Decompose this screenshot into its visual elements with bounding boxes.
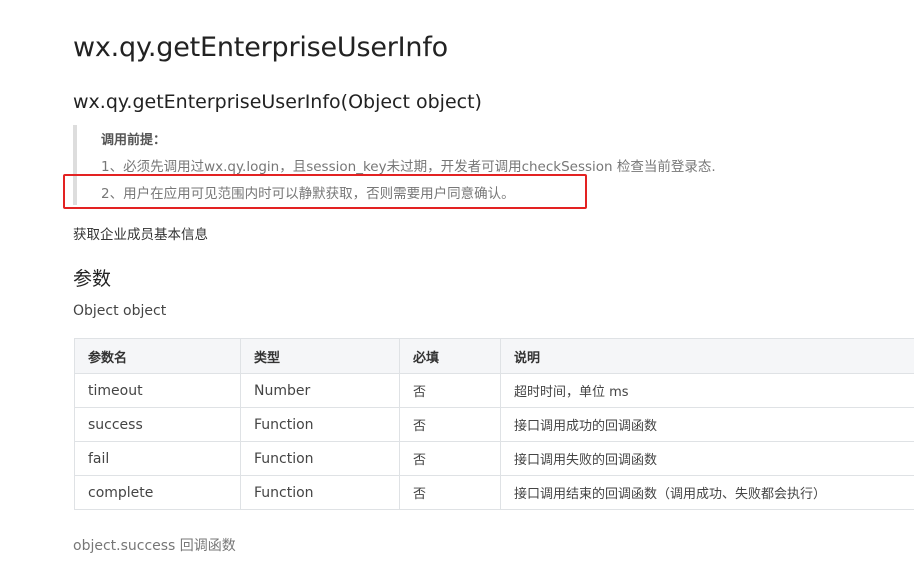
header-param-name: 参数名 [74, 338, 241, 374]
table-row: timeout Number 否 超时时间，单位 ms [74, 373, 914, 408]
red-highlight-annotation [63, 174, 587, 209]
params-table: 参数名 类型 必填 说明 timeout Number 否 超时时间，单位 ms… [74, 338, 914, 510]
cell-param-name: fail [74, 441, 241, 476]
prerequisite-line-1: 1、必须先调用过wx.qy.login，且session_key未过期，开发者可… [101, 159, 716, 175]
cell-param-name: success [74, 407, 241, 442]
table-header-row: 参数名 类型 必填 说明 [74, 338, 914, 374]
cell-required: 否 [399, 407, 501, 442]
cell-description: 接口调用成功的回调函数 [500, 407, 914, 442]
table-row: complete Function 否 接口调用结束的回调函数（调用成功、失败都… [74, 475, 914, 510]
header-required: 必填 [399, 338, 501, 374]
header-type: 类型 [240, 338, 400, 374]
api-signature-heading: wx.qy.getEnterpriseUserInfo(Object objec… [73, 91, 482, 113]
cell-type: Function [240, 475, 400, 510]
table-row: success Function 否 接口调用成功的回调函数 [74, 407, 914, 442]
page-title: wx.qy.getEnterpriseUserInfo [73, 32, 448, 63]
cell-description: 超时时间，单位 ms [500, 373, 914, 408]
cell-param-name: timeout [74, 373, 241, 408]
cell-description: 接口调用失败的回调函数 [500, 441, 914, 476]
header-description: 说明 [500, 338, 914, 374]
cell-type: Function [240, 407, 400, 442]
api-description: 获取企业成员基本信息 [73, 227, 208, 243]
success-callback-heading: object.success 回调函数 [73, 538, 236, 554]
cell-type: Number [240, 373, 400, 408]
table-row: fail Function 否 接口调用失败的回调函数 [74, 441, 914, 476]
cell-description: 接口调用结束的回调函数（调用成功、失败都会执行） [500, 475, 914, 510]
object-label: Object object [73, 303, 167, 319]
cell-required: 否 [399, 373, 501, 408]
cell-type: Function [240, 441, 400, 476]
cell-param-name: complete [74, 475, 241, 510]
params-heading: 参数 [73, 268, 112, 290]
cell-required: 否 [399, 441, 501, 476]
prerequisite-title: 调用前提： [101, 133, 167, 148]
cell-required: 否 [399, 475, 501, 510]
